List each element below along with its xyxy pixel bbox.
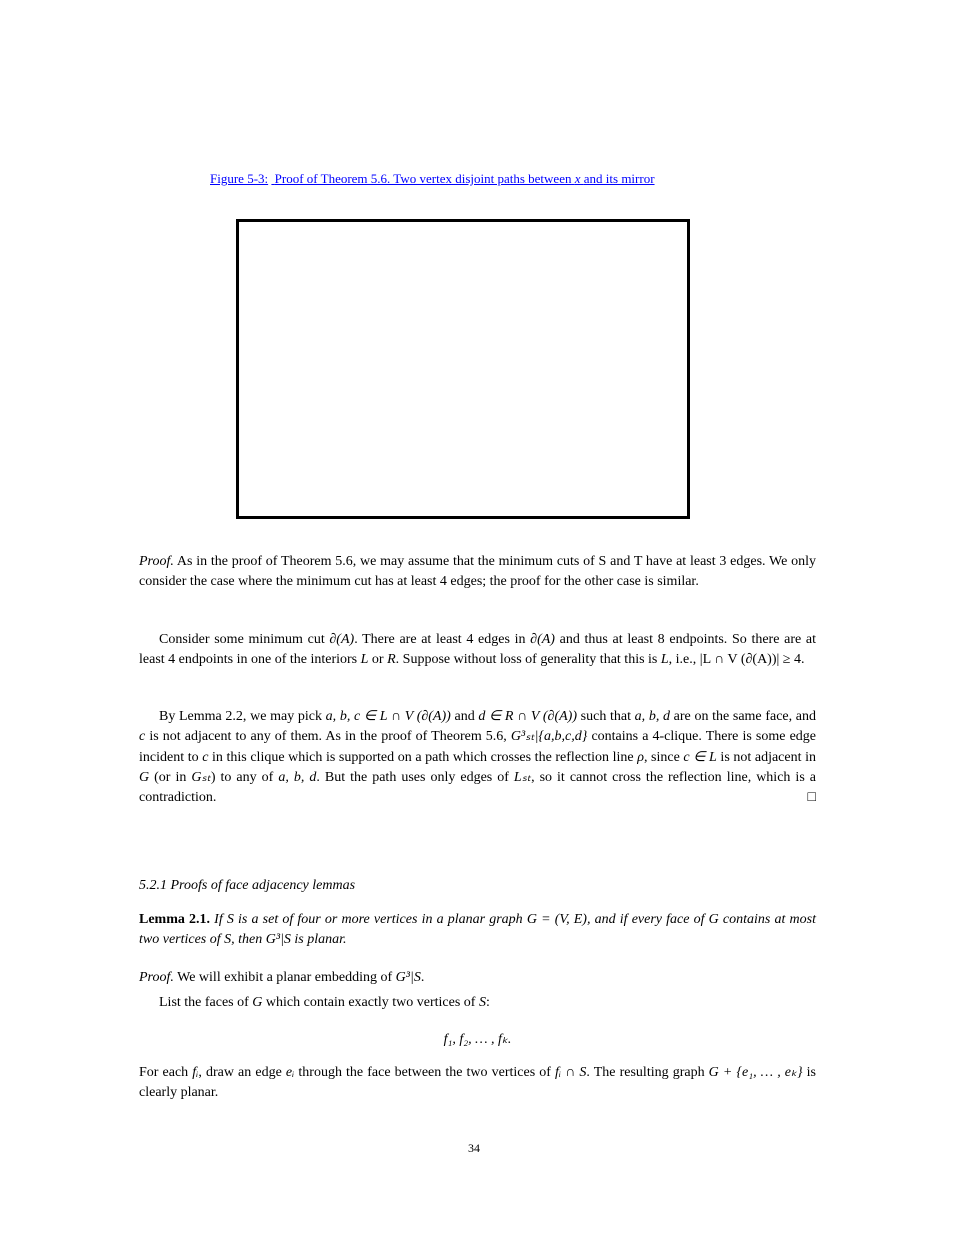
lemma-statement: Lemma 2.1. If S is a set of four or more… [139, 910, 816, 951]
lemma-proof-line-2: List the faces of G which contain exactl… [139, 993, 816, 1013]
lemma-proof-line-3: For each fᵢ, draw an edge eᵢ through the… [139, 1063, 816, 1104]
figure-caption-text: Proof of Theorem 5.6. Two vertex disjoin… [271, 171, 654, 186]
figure-caption: Figure 5-3: Proof of Theorem 5.6. Two ve… [210, 171, 655, 187]
lemma-proof-line-1: Proof. We will exhibit a planar embeddin… [139, 968, 816, 988]
page-number: 34 [468, 1141, 480, 1156]
subsection-heading: 5.2.1 Proofs of face adjacency lemmas [139, 878, 355, 894]
proof-paragraph-1: Proof. As in the proof of Theorem 5.6, w… [139, 552, 816, 593]
page: Figure 5-3: Proof of Theorem 5.6. Two ve… [0, 0, 954, 1235]
lemma-faces-list: f₁, f₂, … , fₖ. [139, 1030, 816, 1050]
figure-box [236, 219, 690, 519]
proof-paragraph-3: By Lemma 2.2, we may pick a, b, c ∈ L ∩ … [139, 707, 816, 808]
qed-symbol: □ [808, 788, 816, 808]
figure-label: Figure 5-3: [210, 171, 268, 186]
proof-paragraph-2: Consider some minimum cut ∂(A). There ar… [139, 630, 816, 671]
